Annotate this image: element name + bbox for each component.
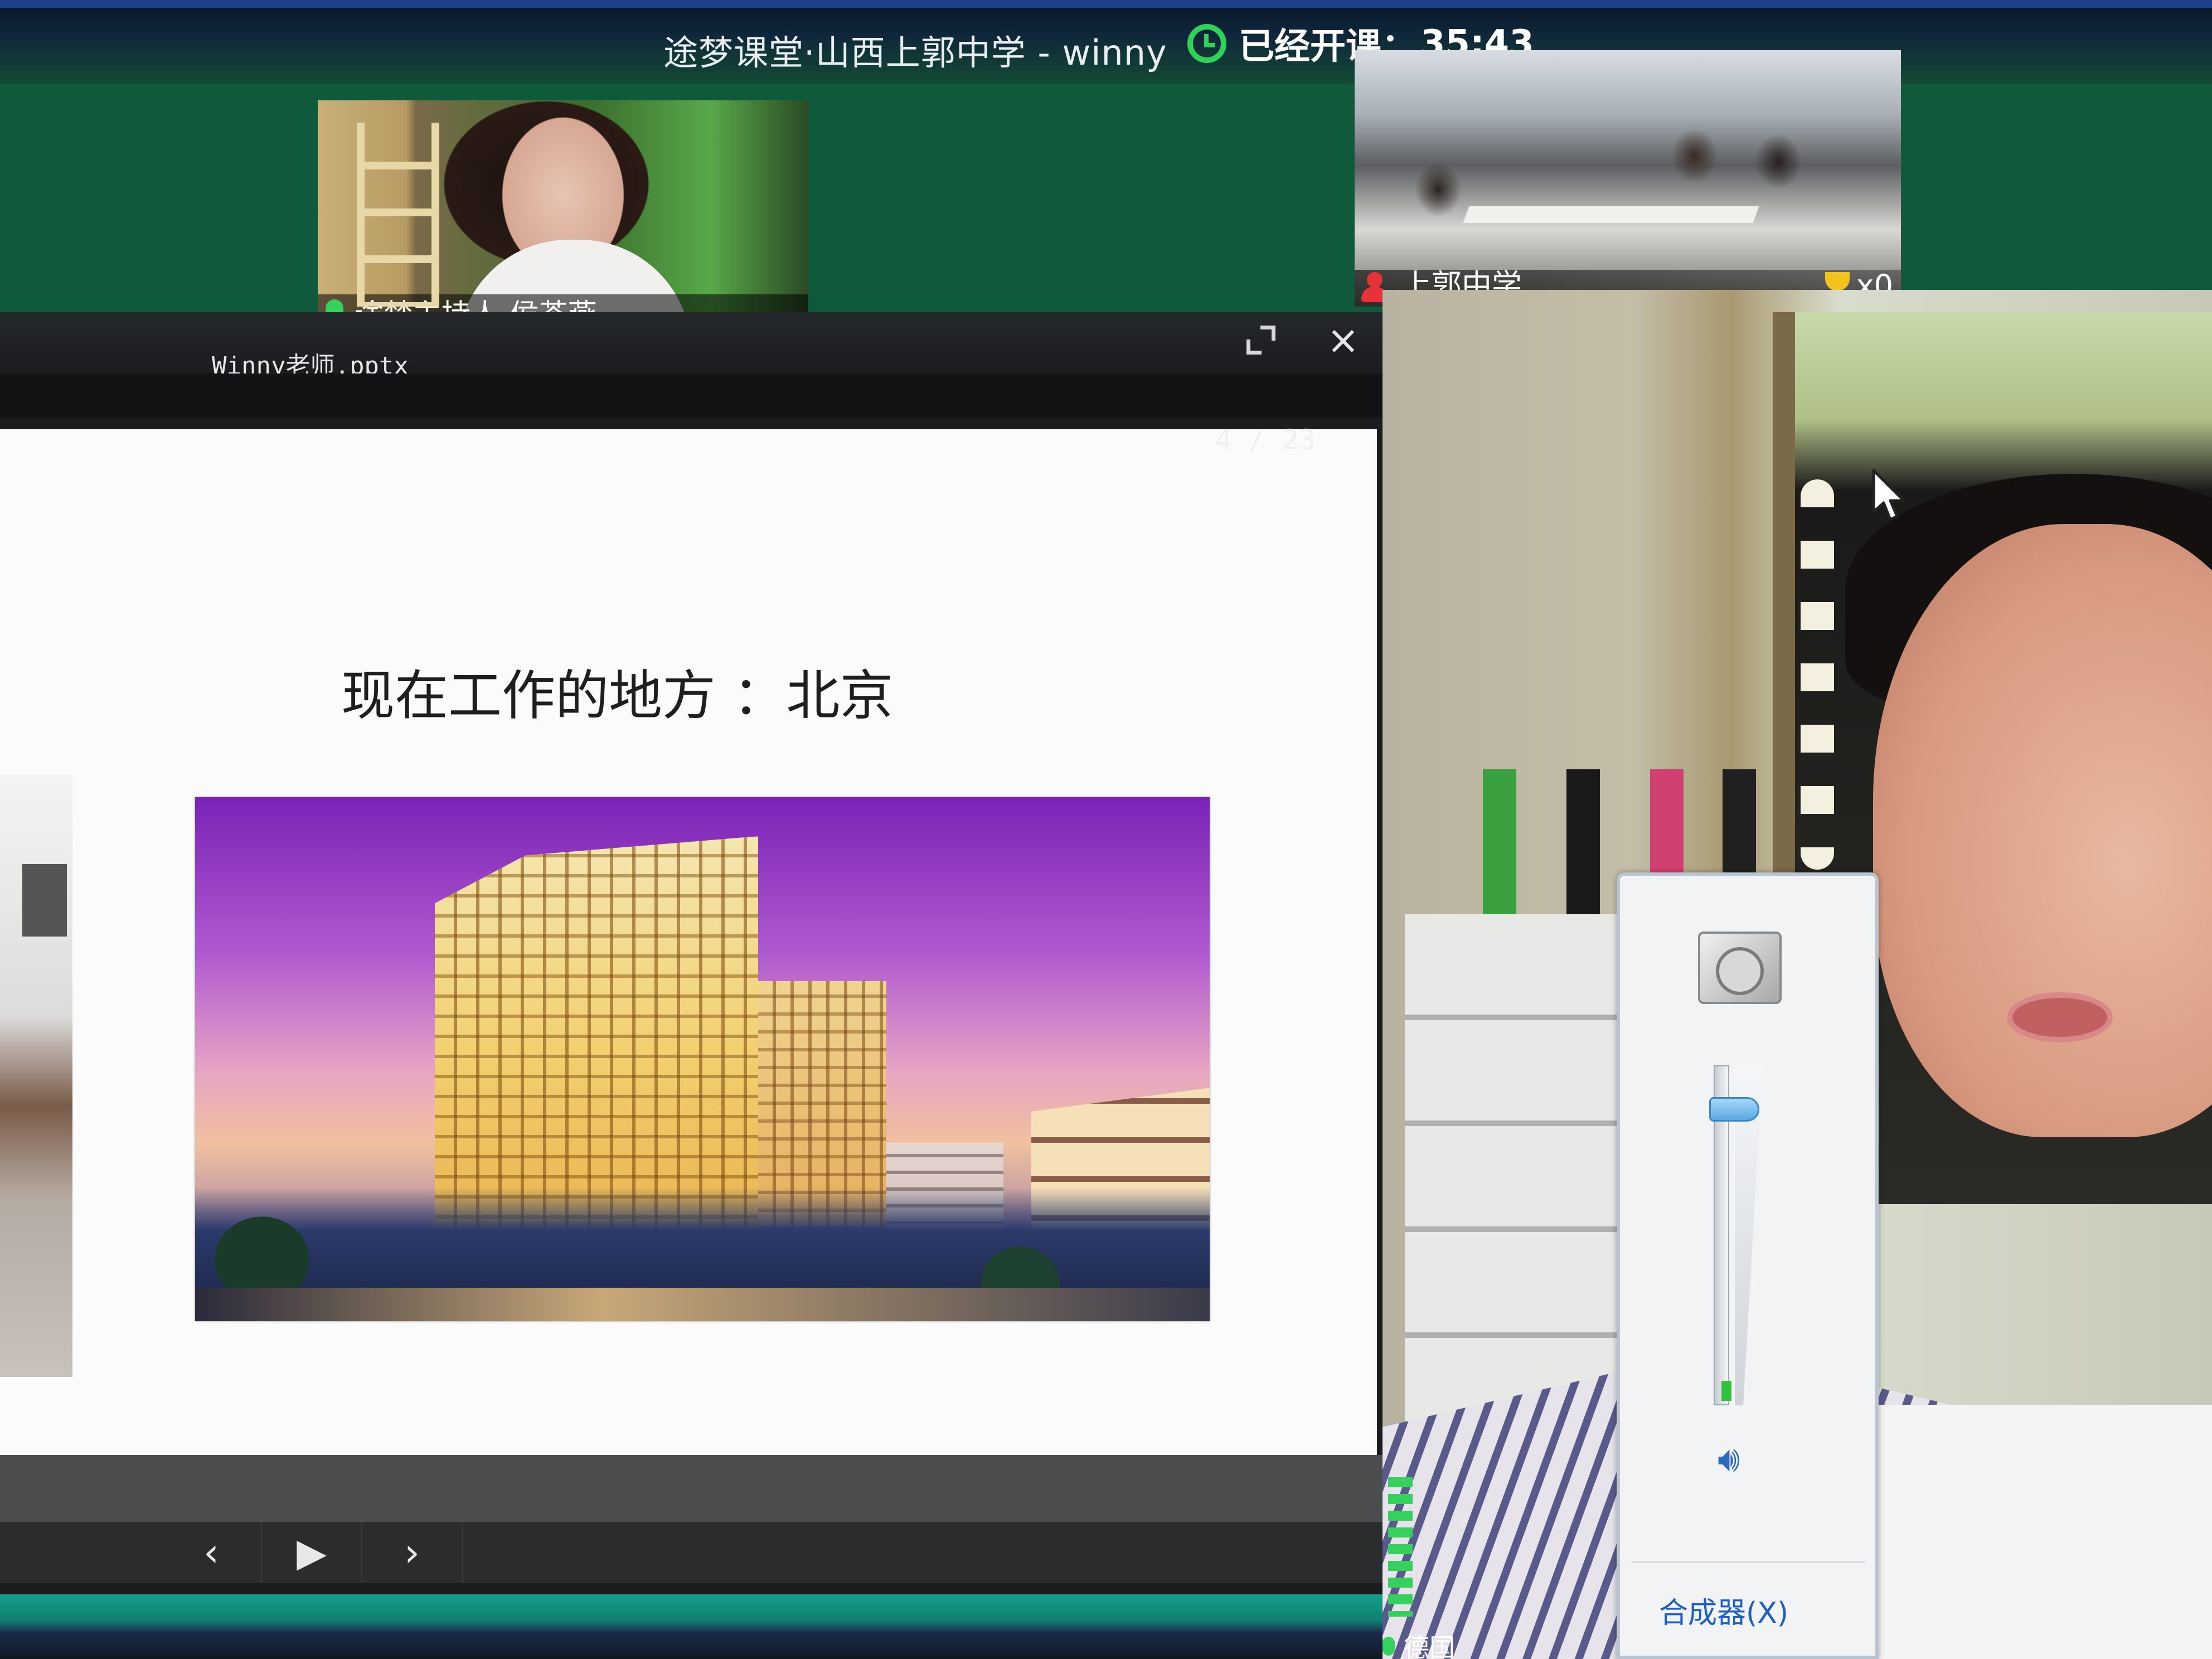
slide-title: 现在工作的地方 ：北京 [341, 664, 894, 727]
close-icon[interactable]: × [1327, 318, 1360, 362]
volume-slider-thumb[interactable] [1709, 1097, 1759, 1122]
white-shirt [1867, 1405, 2212, 1659]
microphone-icon [1382, 1637, 1395, 1656]
slide-side-photo [0, 775, 72, 1377]
video-strip: 途梦主持人-侯茶燕 上郭中学 x0 [0, 50, 2212, 329]
slide-control-bar: ‹ ▶ › [0, 1522, 1382, 1583]
clock-icon [1187, 24, 1226, 63]
slide-controls: ‹ ▶ › [0, 1455, 1382, 1583]
expand-icon[interactable] [1244, 323, 1278, 357]
volume-level-meter [1721, 1381, 1731, 1401]
presentation-titlebar: Winny老师.pptx × [0, 312, 1382, 380]
audio-signal-meter [1388, 1477, 1413, 1617]
street [195, 1288, 1210, 1321]
slide: 现在工作的地方 ：北京 [0, 429, 1377, 1455]
presentation-toolbar [0, 373, 1382, 418]
speaker-icon[interactable]: 🔊︎ [1718, 1439, 1740, 1480]
teacher-mouth [2007, 992, 2113, 1042]
school-video-tile[interactable]: 上郭中学 x0 [1355, 50, 1901, 307]
slide-building-image [195, 797, 1210, 1321]
teacher-name: 德国 [1404, 1633, 1455, 1659]
play-button[interactable]: ▶ [262, 1522, 362, 1583]
page-counter: 4 / 23 [1215, 424, 1316, 456]
teacher-caption: 德国 [1382, 1633, 1455, 1659]
cursor-icon [1872, 469, 1905, 521]
presentation-window: Winny老师.pptx × 现在工作的地方 ：北京 ‹ ▶ › 4 / 23 [0, 312, 1382, 1659]
window-title: 途梦课堂·山西上郭中学 - winny [663, 32, 1167, 73]
mixer-link[interactable]: 合成器(X) [1659, 1589, 1788, 1631]
speaker-device-icon[interactable] [1698, 932, 1782, 1004]
volume-popup: 🔊︎ 合成器(X) [1617, 872, 1879, 1659]
volume-slider[interactable] [1709, 1065, 1770, 1405]
host-video-tile[interactable]: 途梦主持人-侯茶燕 [318, 100, 808, 329]
divider [1631, 1561, 1865, 1563]
previous-slide-button[interactable]: ‹ [162, 1522, 262, 1583]
next-slide-button[interactable]: › [362, 1522, 463, 1583]
teacher-face [1873, 524, 2212, 1137]
bottom-strip [0, 1594, 1382, 1659]
